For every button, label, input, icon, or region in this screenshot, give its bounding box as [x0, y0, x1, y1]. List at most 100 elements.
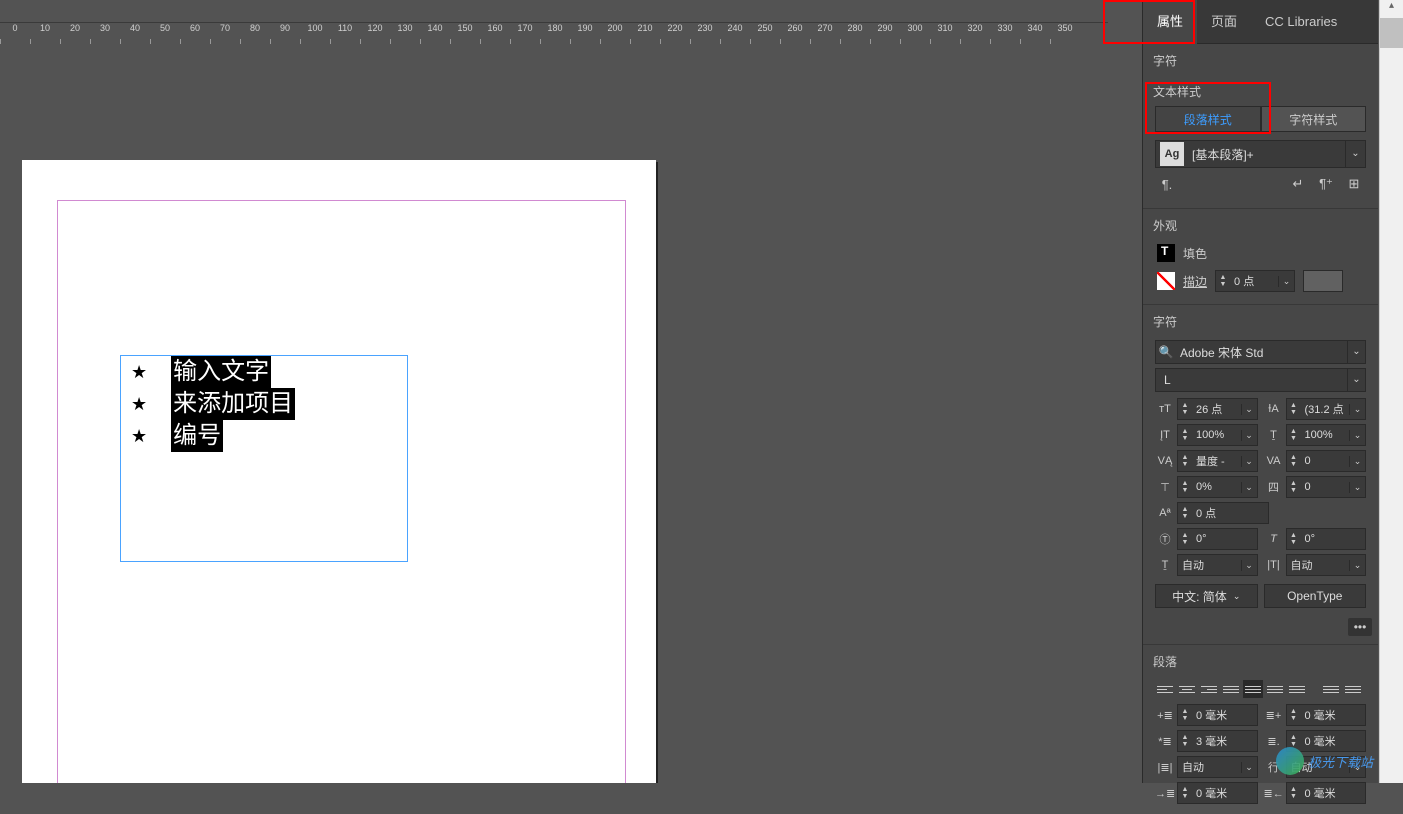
text-frame[interactable]: ★输入文字 ★ 来添加项目★编号	[120, 355, 408, 562]
search-icon: 🔍	[1156, 345, 1176, 359]
tsume-input[interactable]: ▲▼0%⌄	[1177, 476, 1258, 498]
fill-label: 填色	[1183, 245, 1207, 262]
language-button[interactable]: 中文: 简体 ⌄	[1155, 584, 1258, 608]
font-family-select[interactable]: 🔍 Adobe 宋体 Std ⌄	[1155, 340, 1366, 364]
new-style-icon[interactable]: ↵	[1288, 174, 1308, 194]
justify-center-button[interactable]	[1243, 680, 1263, 698]
aki-input[interactable]: ▲▼0⌄	[1286, 476, 1367, 498]
stroke-weight-input[interactable]: ▲▼ 0 点 ⌄	[1215, 270, 1295, 292]
panel-tabs: 属性 页面 CC Libraries	[1143, 0, 1378, 44]
align-right-button[interactable]	[1199, 680, 1219, 698]
first-indent-input[interactable]: ▲▼3 毫米	[1177, 730, 1258, 752]
bullet-star-icon: ★	[131, 394, 147, 415]
ruler-tick: 40	[120, 23, 150, 44]
baseline-input[interactable]: ▲▼0 点	[1177, 502, 1269, 524]
ruler-tick: 210	[630, 23, 660, 44]
ruler-tick: 200	[600, 23, 630, 44]
font-size-input[interactable]: ▲▼26 点⌄	[1177, 398, 1258, 420]
right-panel: 属性 页面 CC Libraries 字符 文本样式 段落样式 字符样式 Ag …	[1108, 0, 1403, 783]
style-dropdown-icon[interactable]: ⌄	[1345, 141, 1365, 167]
last-indent-icon: ≣.	[1264, 735, 1284, 748]
ruler-tick: 110	[330, 23, 360, 44]
bullet-line[interactable]: ★编号	[121, 420, 407, 452]
paragraph-title: 段落	[1149, 645, 1372, 676]
font-size-icon: тT	[1155, 403, 1175, 415]
ruler-tick: 140	[420, 23, 450, 44]
ruler-tick: 300	[900, 23, 930, 44]
space-after-icon: ≣←	[1264, 787, 1284, 800]
align-toward-spine-button[interactable]	[1321, 680, 1341, 698]
justify-right-button[interactable]	[1265, 680, 1285, 698]
chevron-down-icon[interactable]: ⌄	[1347, 341, 1365, 363]
right-indent-icon: ≣+	[1264, 709, 1284, 722]
space-after-input[interactable]: ▲▼0 毫米	[1286, 782, 1367, 804]
tracking-input[interactable]: ▲▼0⌄	[1286, 450, 1367, 472]
ruler-tick: 90	[270, 23, 300, 44]
ruler-tick: 60	[180, 23, 210, 44]
left-indent-input[interactable]: ▲▼0 毫米	[1177, 704, 1258, 726]
leading-input[interactable]: ▲▼(31.2 点⌄	[1286, 398, 1367, 420]
vertical-scrollbar[interactable]: ▴	[1379, 0, 1403, 783]
right-indent-input[interactable]: ▲▼0 毫米	[1286, 704, 1367, 726]
justify-all-button[interactable]	[1287, 680, 1307, 698]
character-style-tab[interactable]: 字符样式	[1261, 106, 1367, 132]
grid-align-icon: |≣|	[1155, 761, 1175, 774]
ruler-tick: 30	[90, 23, 120, 44]
ruler-tick: 170	[510, 23, 540, 44]
bullet-line[interactable]: ★输入文字	[121, 356, 407, 388]
leading-icon: ƗA	[1264, 403, 1284, 415]
space-before-input[interactable]: ▲▼0 毫米	[1177, 782, 1258, 804]
tab-pages[interactable]: 页面	[1197, 0, 1251, 44]
lang2-input[interactable]: 自动⌄	[1286, 554, 1367, 576]
lang1-input[interactable]: 自动⌄	[1177, 554, 1258, 576]
document-page[interactable]: ★输入文字 ★ 来添加项目★编号	[22, 160, 656, 783]
more-options-icon[interactable]: •••	[1348, 618, 1372, 636]
hscale-input[interactable]: ▲▼100%⌄	[1286, 424, 1367, 446]
add-style-icon[interactable]: ⊞	[1344, 174, 1364, 194]
tab-properties[interactable]: 属性	[1143, 0, 1197, 44]
align-away-spine-button[interactable]	[1343, 680, 1363, 698]
lang2-icon: |T|	[1264, 559, 1284, 571]
chevron-down-icon[interactable]: ⌄	[1347, 369, 1365, 391]
stroke-color-swatch[interactable]	[1303, 270, 1343, 292]
bullet-text[interactable]: 编号	[171, 420, 223, 452]
ruler-tick: 70	[210, 23, 240, 44]
ruler-tick: 250	[750, 23, 780, 44]
fill-swatch-icon[interactable]: T	[1157, 244, 1175, 262]
horizontal-ruler: 0102030405060708090100110120130140150160…	[0, 22, 1108, 44]
bullet-text[interactable]: 来添加项目	[171, 388, 295, 420]
align-left-button[interactable]	[1155, 680, 1175, 698]
paragraph-style-tab[interactable]: 段落样式	[1155, 106, 1261, 132]
current-style-select[interactable]: Ag [基本段落]+ ⌄	[1155, 140, 1366, 168]
canvas-area: ★输入文字 ★ 来添加项目★编号	[0, 45, 1108, 783]
clear-override-icon[interactable]: ¶⁺	[1316, 174, 1336, 194]
vscale-input[interactable]: ▲▼100%⌄	[1177, 424, 1258, 446]
hscale-icon: Ṯ	[1264, 429, 1284, 441]
font-style-select[interactable]: L ⌄	[1155, 368, 1366, 392]
aki-icon: 四	[1264, 479, 1284, 495]
stroke-swatch-icon[interactable]	[1157, 272, 1175, 290]
vscale-icon: ĮT	[1155, 429, 1175, 441]
char-rotate-input[interactable]: ▲▼0°	[1177, 528, 1258, 550]
lang1-icon: Ṯ	[1155, 559, 1175, 571]
ruler-tick: 220	[660, 23, 690, 44]
watermark-text: 极光下载站	[1308, 752, 1373, 771]
watermark: 极光下载站	[1276, 747, 1373, 775]
bullet-line[interactable]: ★ 来添加项目	[121, 388, 407, 420]
tab-cc-libraries[interactable]: CC Libraries	[1251, 0, 1351, 44]
opentype-button[interactable]: OpenType	[1264, 584, 1367, 608]
bullet-text[interactable]: 输入文字	[171, 356, 271, 388]
align-center-button[interactable]	[1177, 680, 1197, 698]
kerning-input[interactable]: ▲▼量度 -⌄	[1177, 450, 1258, 472]
ruler-tick: 0	[0, 23, 30, 44]
ruler-tick: 130	[390, 23, 420, 44]
ag-preview-icon: Ag	[1160, 142, 1184, 166]
tracking-icon: VA	[1264, 455, 1284, 467]
skew-input[interactable]: ▲▼0°	[1286, 528, 1367, 550]
justify-left-button[interactable]	[1221, 680, 1241, 698]
grid-align-input[interactable]: 自动⌄	[1177, 756, 1258, 778]
ruler-tick: 330	[990, 23, 1020, 44]
scrollbar-thumb[interactable]	[1380, 18, 1403, 48]
stroke-label[interactable]: 描边	[1183, 273, 1207, 290]
pilcrow-icon[interactable]: ¶.	[1157, 174, 1177, 194]
